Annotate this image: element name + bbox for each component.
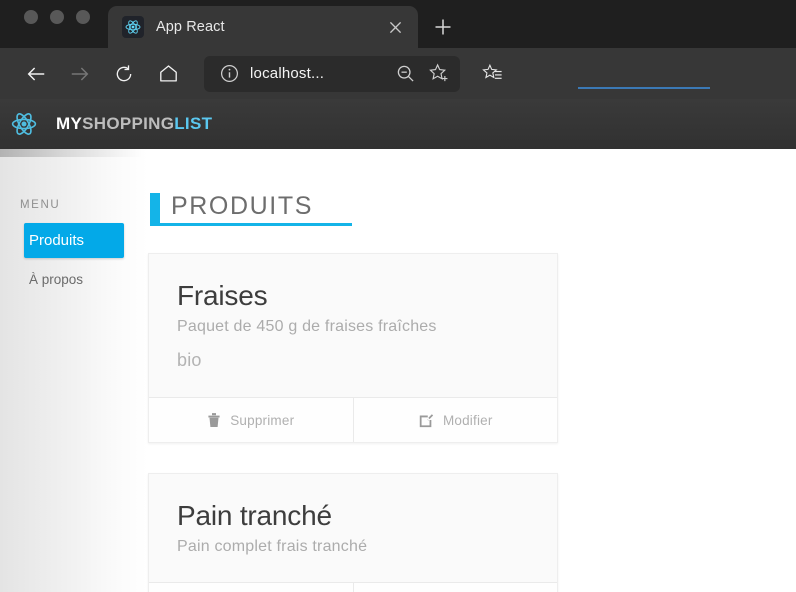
window-controls bbox=[0, 0, 108, 48]
info-circle-icon[interactable] bbox=[216, 61, 242, 87]
delete-button-label: Supprimer bbox=[230, 412, 295, 428]
browser-titlebar: App React bbox=[0, 0, 796, 48]
delete-button[interactable]: Supprimer bbox=[149, 398, 353, 443]
brand-part-shopping: SHOPPING bbox=[82, 114, 175, 133]
tab-title: App React bbox=[156, 19, 225, 35]
trash-icon bbox=[207, 412, 221, 428]
browser-tab[interactable]: App React bbox=[108, 6, 418, 48]
sidebar-item-produits[interactable]: Produits bbox=[24, 223, 124, 258]
edit-button[interactable]: Modifier bbox=[352, 583, 557, 592]
bookmark-star-icon[interactable] bbox=[426, 61, 452, 87]
brand-title[interactable]: MYSHOPPINGLIST bbox=[56, 114, 212, 134]
zoom-out-icon[interactable] bbox=[392, 61, 418, 87]
sidebar: MENU Produits À propos bbox=[0, 149, 148, 592]
page-load-indicator bbox=[578, 87, 710, 89]
brand-part-my: MY bbox=[56, 114, 83, 133]
forward-arrow-icon[interactable] bbox=[60, 54, 100, 94]
window-minimize-button[interactable] bbox=[50, 10, 64, 24]
react-logo-icon bbox=[8, 108, 40, 140]
browser-window: App React localhost... MYSHOPPINGLIST ME… bbox=[0, 0, 796, 592]
heading-accent-bar bbox=[150, 193, 160, 223]
product-card-actions: Supprimer Modifier bbox=[149, 397, 557, 443]
delete-button[interactable]: Supprimer bbox=[149, 583, 353, 592]
url-input[interactable]: localhost... bbox=[250, 65, 384, 82]
edit-button[interactable]: Modifier bbox=[352, 398, 557, 443]
window-close-button[interactable] bbox=[24, 10, 38, 24]
back-arrow-icon[interactable] bbox=[16, 54, 56, 94]
page-title: PRODUITS bbox=[150, 193, 352, 226]
product-name: Fraises bbox=[177, 280, 268, 311]
product-list: Fraises Paquet de 450 g de fraises fraîc… bbox=[148, 253, 558, 592]
main-content: PRODUITS Fraises Paquet de 450 g de frai… bbox=[148, 149, 796, 592]
sidebar-item-label: Produits bbox=[29, 232, 85, 249]
product-description: Paquet de 450 g de fraises fraîches bbox=[177, 318, 437, 336]
app-header: MYSHOPPINGLIST bbox=[0, 99, 796, 157]
window-maximize-button[interactable] bbox=[76, 10, 90, 24]
product-card-body: Fraises Paquet de 450 g de fraises fraîc… bbox=[149, 254, 557, 397]
product-name: Pain tranché bbox=[177, 500, 332, 532]
product-card-actions: Supprimer Modifier bbox=[149, 582, 557, 592]
page-viewport: MYSHOPPINGLIST MENU Produits À propos PR… bbox=[0, 99, 796, 592]
product-card-body: Pain tranché Pain complet frais tranché bbox=[149, 474, 557, 582]
browser-toolbar: localhost... bbox=[0, 48, 796, 99]
edit-pencil-icon bbox=[418, 412, 434, 428]
product-card: Pain tranché Pain complet frais tranché bbox=[148, 473, 558, 592]
tab-close-icon[interactable] bbox=[384, 16, 406, 38]
page-title-text: PRODUITS bbox=[171, 192, 313, 220]
brand-part-list: LIST bbox=[174, 114, 213, 133]
sidebar-section-label: MENU bbox=[20, 199, 61, 211]
sidebar-item-label: À propos bbox=[29, 272, 84, 287]
react-logo-icon bbox=[122, 16, 144, 38]
reload-icon[interactable] bbox=[104, 54, 144, 94]
product-card: Fraises Paquet de 450 g de fraises fraîc… bbox=[148, 253, 558, 444]
bookmarks-library-icon[interactable] bbox=[474, 55, 512, 93]
sidebar-item-a-propos[interactable]: À propos bbox=[0, 258, 148, 295]
product-description: Pain complet frais tranché bbox=[177, 538, 368, 556]
url-bar[interactable]: localhost... bbox=[204, 55, 460, 92]
product-note: bio bbox=[177, 350, 202, 371]
edit-button-label: Modifier bbox=[442, 412, 493, 428]
page-body: MENU Produits À propos PRODUITS Fraises … bbox=[0, 149, 796, 592]
home-icon[interactable] bbox=[148, 54, 188, 94]
new-tab-button[interactable] bbox=[426, 10, 460, 44]
